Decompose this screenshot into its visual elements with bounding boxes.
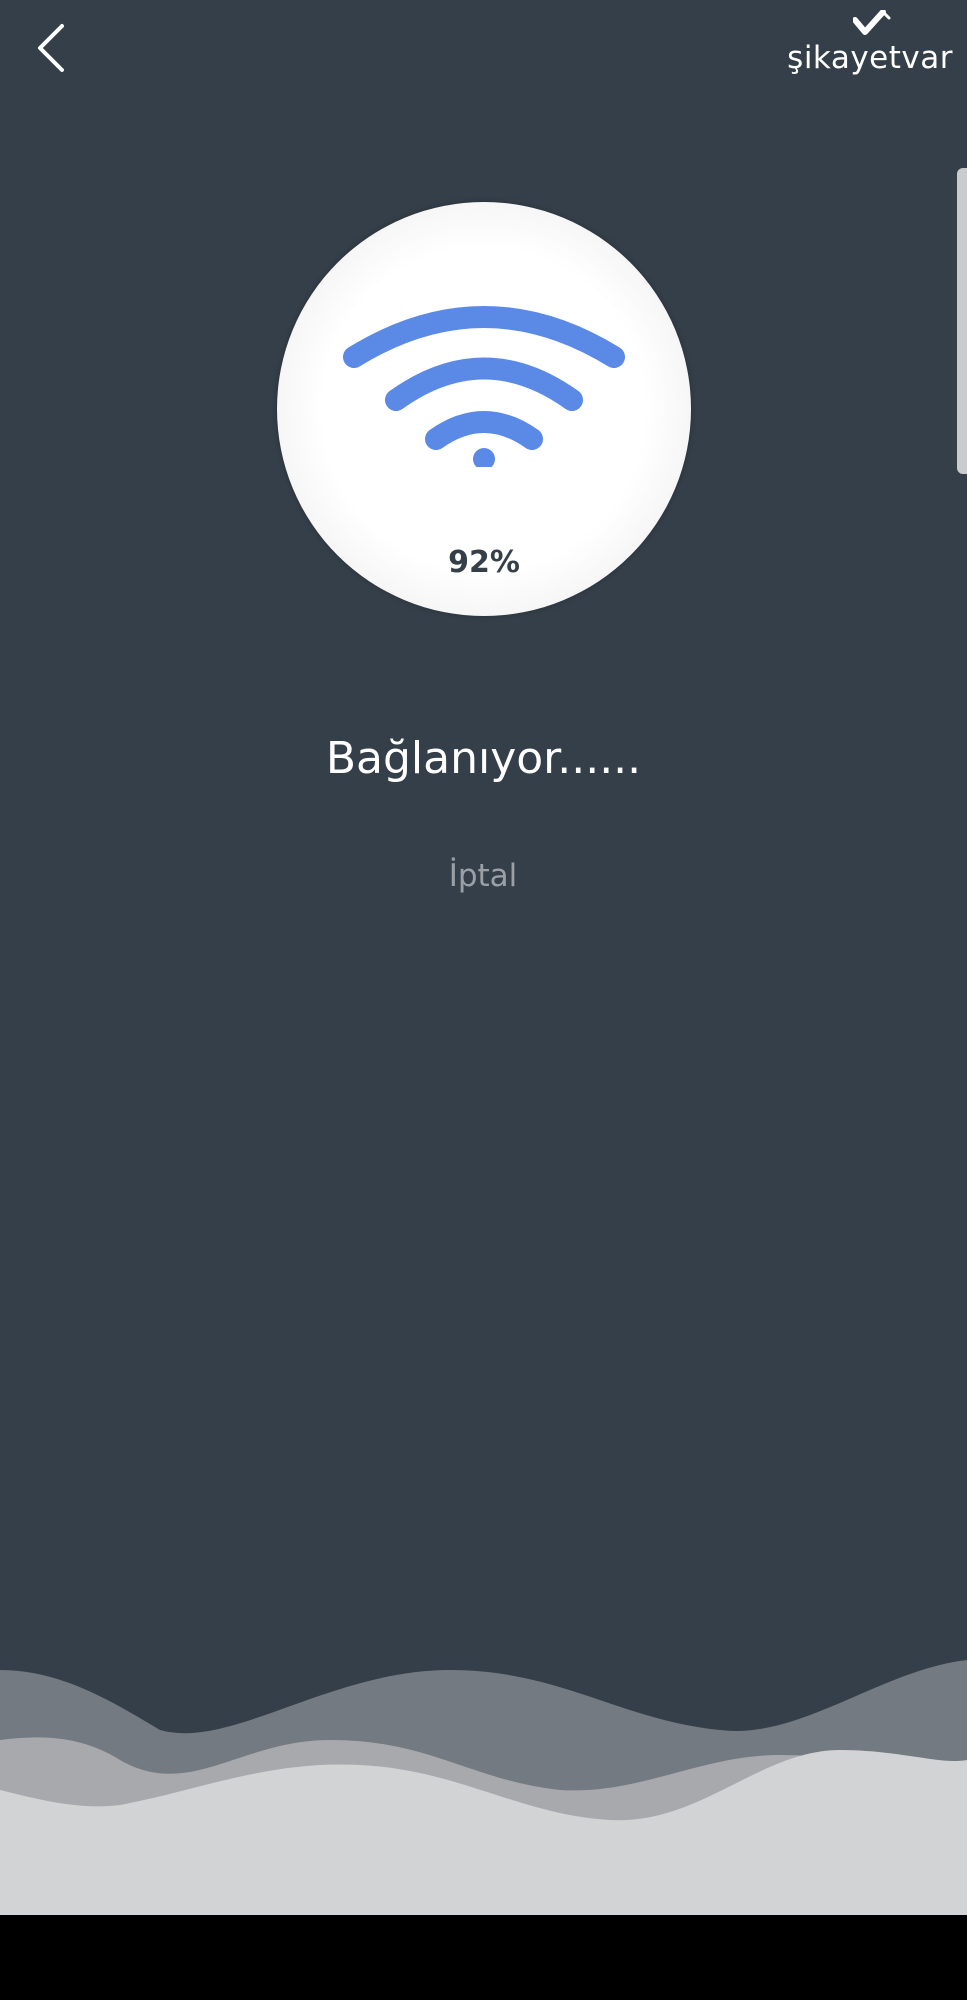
chevron-left-icon [38, 24, 64, 72]
logo-mark-icon [853, 10, 891, 35]
wifi-icon [343, 306, 625, 467]
watermark-text: şikayetvar [787, 40, 953, 76]
watermark-logo: şikayetvar [783, 10, 953, 80]
connecting-screen: şikayetvar 92% Bağlanıyor...... İptal [0, 0, 967, 1915]
cancel-button[interactable]: İptal [433, 858, 533, 894]
scrollbar[interactable] [957, 168, 967, 474]
system-navigation-bar [0, 1915, 967, 2000]
wifi-progress-circle: 92% [277, 202, 691, 616]
back-button[interactable] [26, 20, 82, 76]
progress-percent: 92% [448, 545, 520, 580]
decorative-waves [0, 1660, 967, 1915]
connection-status: Bağlanıyor...... [325, 733, 642, 784]
